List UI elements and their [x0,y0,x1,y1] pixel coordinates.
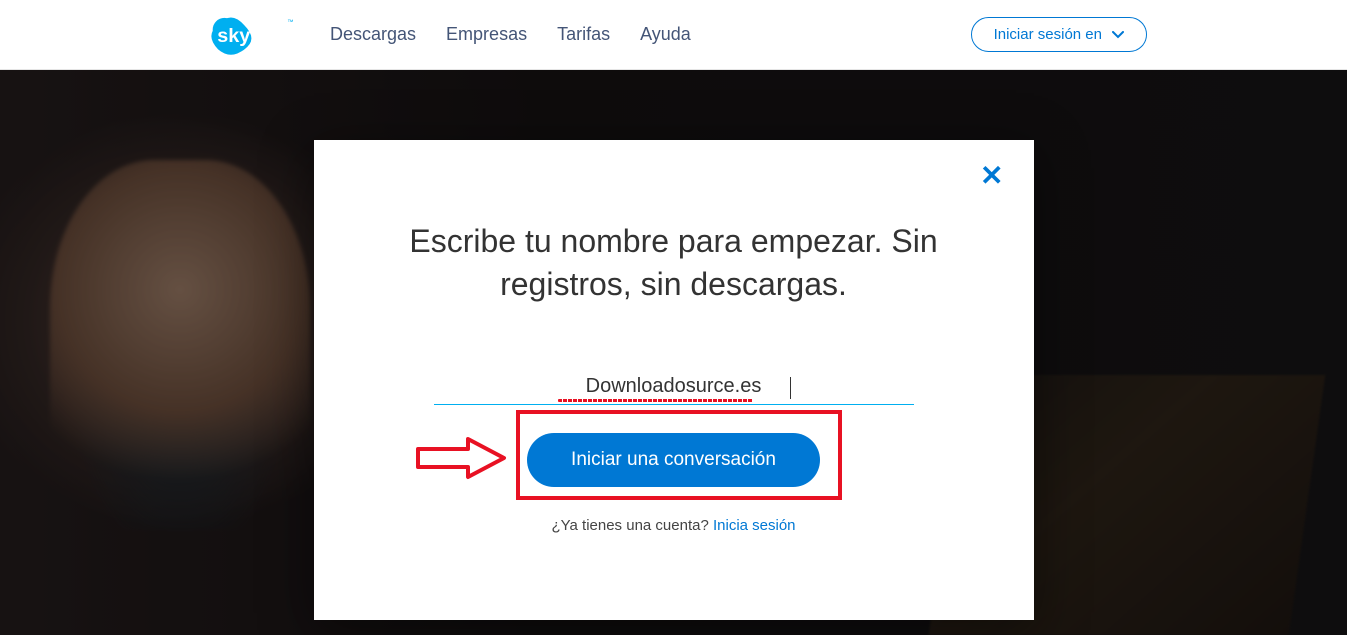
hero-section: ✕ Escribe tu nombre para empezar. Sin re… [0,70,1347,635]
hero-person [50,160,310,530]
skype-logo-icon: skype ™ [210,15,300,55]
svg-text:skype: skype [217,25,273,47]
annotation-arrow-icon [414,435,509,481]
nav-help[interactable]: Ayuda [640,24,691,45]
nav-downloads[interactable]: Descargas [330,24,416,45]
name-input-wrap [434,371,914,405]
start-conversation-button[interactable]: Iniciar una conversación [527,433,820,487]
close-icon[interactable]: ✕ [980,162,1003,190]
modal-heading: Escribe tu nombre para empezar. Sin regi… [384,220,964,306]
already-account-text: ¿Ya tienes una cuenta? Inicia sesión [384,517,964,534]
guest-start-modal: ✕ Escribe tu nombre para empezar. Sin re… [314,140,1034,620]
nav-business[interactable]: Empresas [446,24,527,45]
skype-logo[interactable]: skype ™ [210,15,300,55]
svg-text:™: ™ [287,19,293,26]
sign-in-label: Iniciar sesión en [994,26,1102,43]
sign-in-link[interactable]: Inicia sesión [713,517,796,534]
top-nav: skype ™ Descargas Empresas Tarifas Ayuda… [0,0,1347,70]
text-cursor-icon [790,377,791,399]
sign-in-dropdown[interactable]: Iniciar sesión en [971,17,1147,52]
primary-nav: Descargas Empresas Tarifas Ayuda [330,24,691,45]
chevron-down-icon [1112,31,1124,39]
spellcheck-underline-icon [558,399,753,402]
already-account-question: ¿Ya tienes una cuenta? [551,517,708,534]
nav-rates[interactable]: Tarifas [557,24,610,45]
